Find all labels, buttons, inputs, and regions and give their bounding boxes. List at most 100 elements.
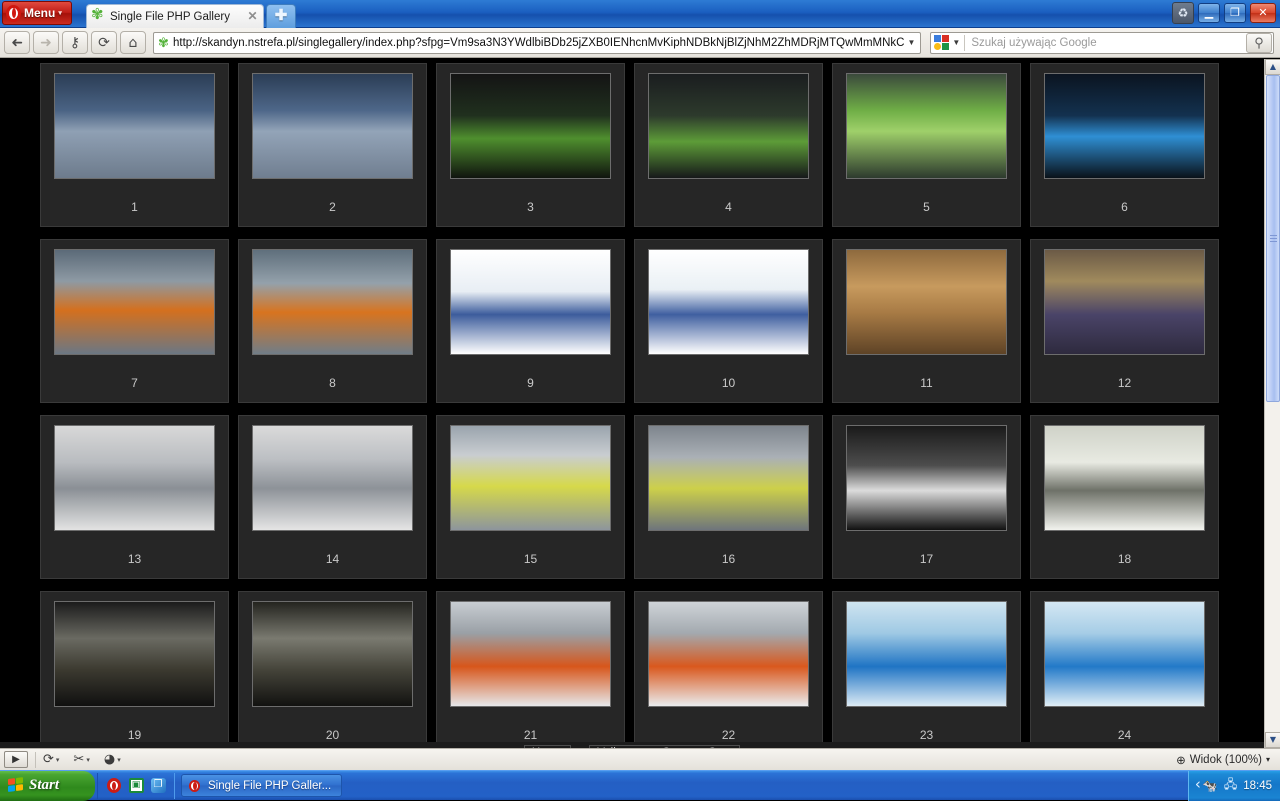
thumbnail-card[interactable]: 13 [40, 415, 229, 579]
close-window-button[interactable]: ✕ [1250, 3, 1276, 23]
new-tab-button[interactable]: ✚ [266, 4, 296, 28]
thumbnail-image[interactable] [648, 601, 809, 707]
thumbnail-label: 15 [523, 552, 538, 566]
thumbnail-card[interactable]: 10 [634, 239, 823, 403]
thumbnail-image[interactable] [846, 73, 1007, 179]
thumbnail-image[interactable] [450, 425, 611, 531]
sync-icon[interactable]: ⟳ ▾ [43, 752, 59, 767]
thumbnail-card[interactable]: 21 [436, 591, 625, 748]
chevron-down-icon: ▾ [117, 755, 121, 764]
search-input[interactable]: Szukaj używając Google [965, 37, 1246, 49]
thumbnail-image[interactable] [54, 425, 215, 531]
thumbnail-card[interactable]: 23 [832, 591, 1021, 748]
close-icon[interactable]: ✕ [246, 10, 259, 23]
thumbnail-card[interactable]: 24 [1030, 591, 1219, 748]
thumbnail-image[interactable] [846, 601, 1007, 707]
search-bar[interactable]: ▼ Szukaj używając Google ⚲ [930, 31, 1274, 54]
thumbnail-card[interactable]: 7 [40, 239, 229, 403]
thumbnail-image[interactable] [1044, 425, 1205, 531]
thumbnail-card[interactable]: 14 [238, 415, 427, 579]
thumbnail-card[interactable]: 16 [634, 415, 823, 579]
taskbar-window-button[interactable]: Single File PHP Galler... [181, 774, 343, 797]
clock[interactable]: 18:45 [1243, 780, 1272, 792]
thumbnail-image[interactable] [54, 73, 215, 179]
scroll-down-button[interactable]: ▼ [1265, 732, 1280, 748]
thumbnail-card[interactable]: 20 [238, 591, 427, 748]
thumbnail-card[interactable]: 11 [832, 239, 1021, 403]
address-bar[interactable]: ✾ http://skandyn.nstrefa.pl/singlegaller… [153, 31, 922, 54]
thumbnail-card[interactable]: 2 [238, 63, 427, 227]
opera-link-icon[interactable]: ◕ ▾ [104, 752, 121, 767]
thumbnail-image[interactable] [846, 249, 1007, 355]
thumbnail-image[interactable] [648, 73, 809, 179]
chevron-down-icon[interactable]: ▼ [904, 38, 918, 47]
thumbnail-image[interactable] [54, 249, 215, 355]
search-icon[interactable]: ⚲ [1246, 32, 1272, 53]
back-button[interactable]: ➜ [4, 31, 30, 54]
thumbnail-label: 11 [920, 376, 933, 390]
thumbnail-label: 22 [721, 728, 736, 742]
page-scrollbar[interactable]: ▲ ▼ [1264, 59, 1280, 748]
thumbnail-card[interactable]: 22 [634, 591, 823, 748]
thumbnail-card[interactable]: 4 [634, 63, 823, 227]
thumbnail-image[interactable] [450, 249, 611, 355]
puzzle-green-icon [91, 7, 105, 24]
thumbnail-card[interactable]: 6 [1030, 63, 1219, 227]
thumbnail-card[interactable]: 15 [436, 415, 625, 579]
thumbnail-card[interactable]: 5 [832, 63, 1021, 227]
thumbnail-label: 6 [1121, 200, 1128, 214]
thumbnail-image[interactable] [252, 601, 413, 707]
thumbnail-label: 12 [1117, 376, 1132, 390]
chevron-down-icon: ▾ [55, 755, 60, 764]
thumbnail-image[interactable] [1044, 73, 1205, 179]
thumbnail-image[interactable] [450, 601, 611, 707]
thumbnail-image[interactable] [252, 249, 413, 355]
arrow-right-icon: ➜ [40, 34, 52, 51]
thumbnail-card[interactable]: 1 [40, 63, 229, 227]
thumbnail-card[interactable]: 3 [436, 63, 625, 227]
network-icon[interactable]: 🖧 [1224, 775, 1237, 796]
thumbnail-image[interactable] [648, 249, 809, 355]
thumbnail-card[interactable]: 9 [436, 239, 625, 403]
media-player-icon[interactable]: ▣ [128, 778, 144, 794]
browser-tab[interactable]: Single File PHP Gallery ✕ [86, 4, 264, 28]
thumbnail-card[interactable]: 19 [40, 591, 229, 748]
thumbnail-image[interactable] [648, 425, 809, 531]
show-desktop-icon[interactable]: ❐ [150, 778, 166, 794]
thumbnail-image[interactable] [252, 425, 413, 531]
zoom-control[interactable]: ⊕ Widok (100%) ▾ [1176, 753, 1276, 767]
taskbar-window-label: Single File PHP Galler... [208, 779, 332, 792]
wand-button[interactable]: ⚷ [62, 31, 88, 54]
google-icon [934, 34, 951, 51]
thumbnail-card[interactable]: 12 [1030, 239, 1219, 403]
minimize-button[interactable]: ▁ [1198, 3, 1220, 23]
scrollbar-thumb[interactable] [1266, 75, 1280, 402]
thumbnail-label: 23 [919, 728, 934, 742]
home-button[interactable]: ⌂ [120, 31, 146, 54]
unite-icon[interactable]: ✂ ▾ [73, 752, 89, 767]
restore-button[interactable]: ❐ [1224, 3, 1246, 23]
thumbnail-image[interactable] [450, 73, 611, 179]
opera-icon[interactable] [106, 778, 122, 794]
thumbnail-image[interactable] [1044, 249, 1205, 355]
start-button[interactable]: Start [0, 770, 95, 801]
page-viewport: 1 2 3 4 5 6 7 8 9 10 11 12 13 14 15 16 17 18 19 20 21 22 23 24 … [0, 59, 1264, 748]
scroll-up-button[interactable]: ▲ [1265, 59, 1280, 75]
chevron-down-icon[interactable]: ▼ [952, 38, 964, 47]
browser-statusbar: ▶ ⟳ ▾ ✂ ▾ ◕ ▾ ⊕ Widok (100%) ▾ [0, 748, 1280, 770]
panels-toggle-button[interactable]: ▶ [4, 751, 28, 768]
thumbnail-label: 4 [725, 200, 732, 214]
thumbnail-card[interactable]: 17 [832, 415, 1021, 579]
thumbnail-image[interactable] [54, 601, 215, 707]
cow-icon[interactable]: 🐄 [1203, 779, 1218, 793]
reload-button[interactable]: ⟳ [91, 31, 117, 54]
thumbnail-image[interactable] [252, 73, 413, 179]
opera-menu-button[interactable]: Menu ▾ [2, 1, 72, 25]
thumbnail-image[interactable] [846, 425, 1007, 531]
thumbnail-card[interactable]: 18 [1030, 415, 1219, 579]
forward-button[interactable]: ➜ [33, 31, 59, 54]
thumbnail-image[interactable] [1044, 601, 1205, 707]
thumbnail-card[interactable]: 8 [238, 239, 427, 403]
address-bar-value[interactable]: http://skandyn.nstrefa.pl/singlegallery/… [171, 37, 904, 49]
trash-can-icon[interactable]: ♻ [1172, 2, 1194, 24]
